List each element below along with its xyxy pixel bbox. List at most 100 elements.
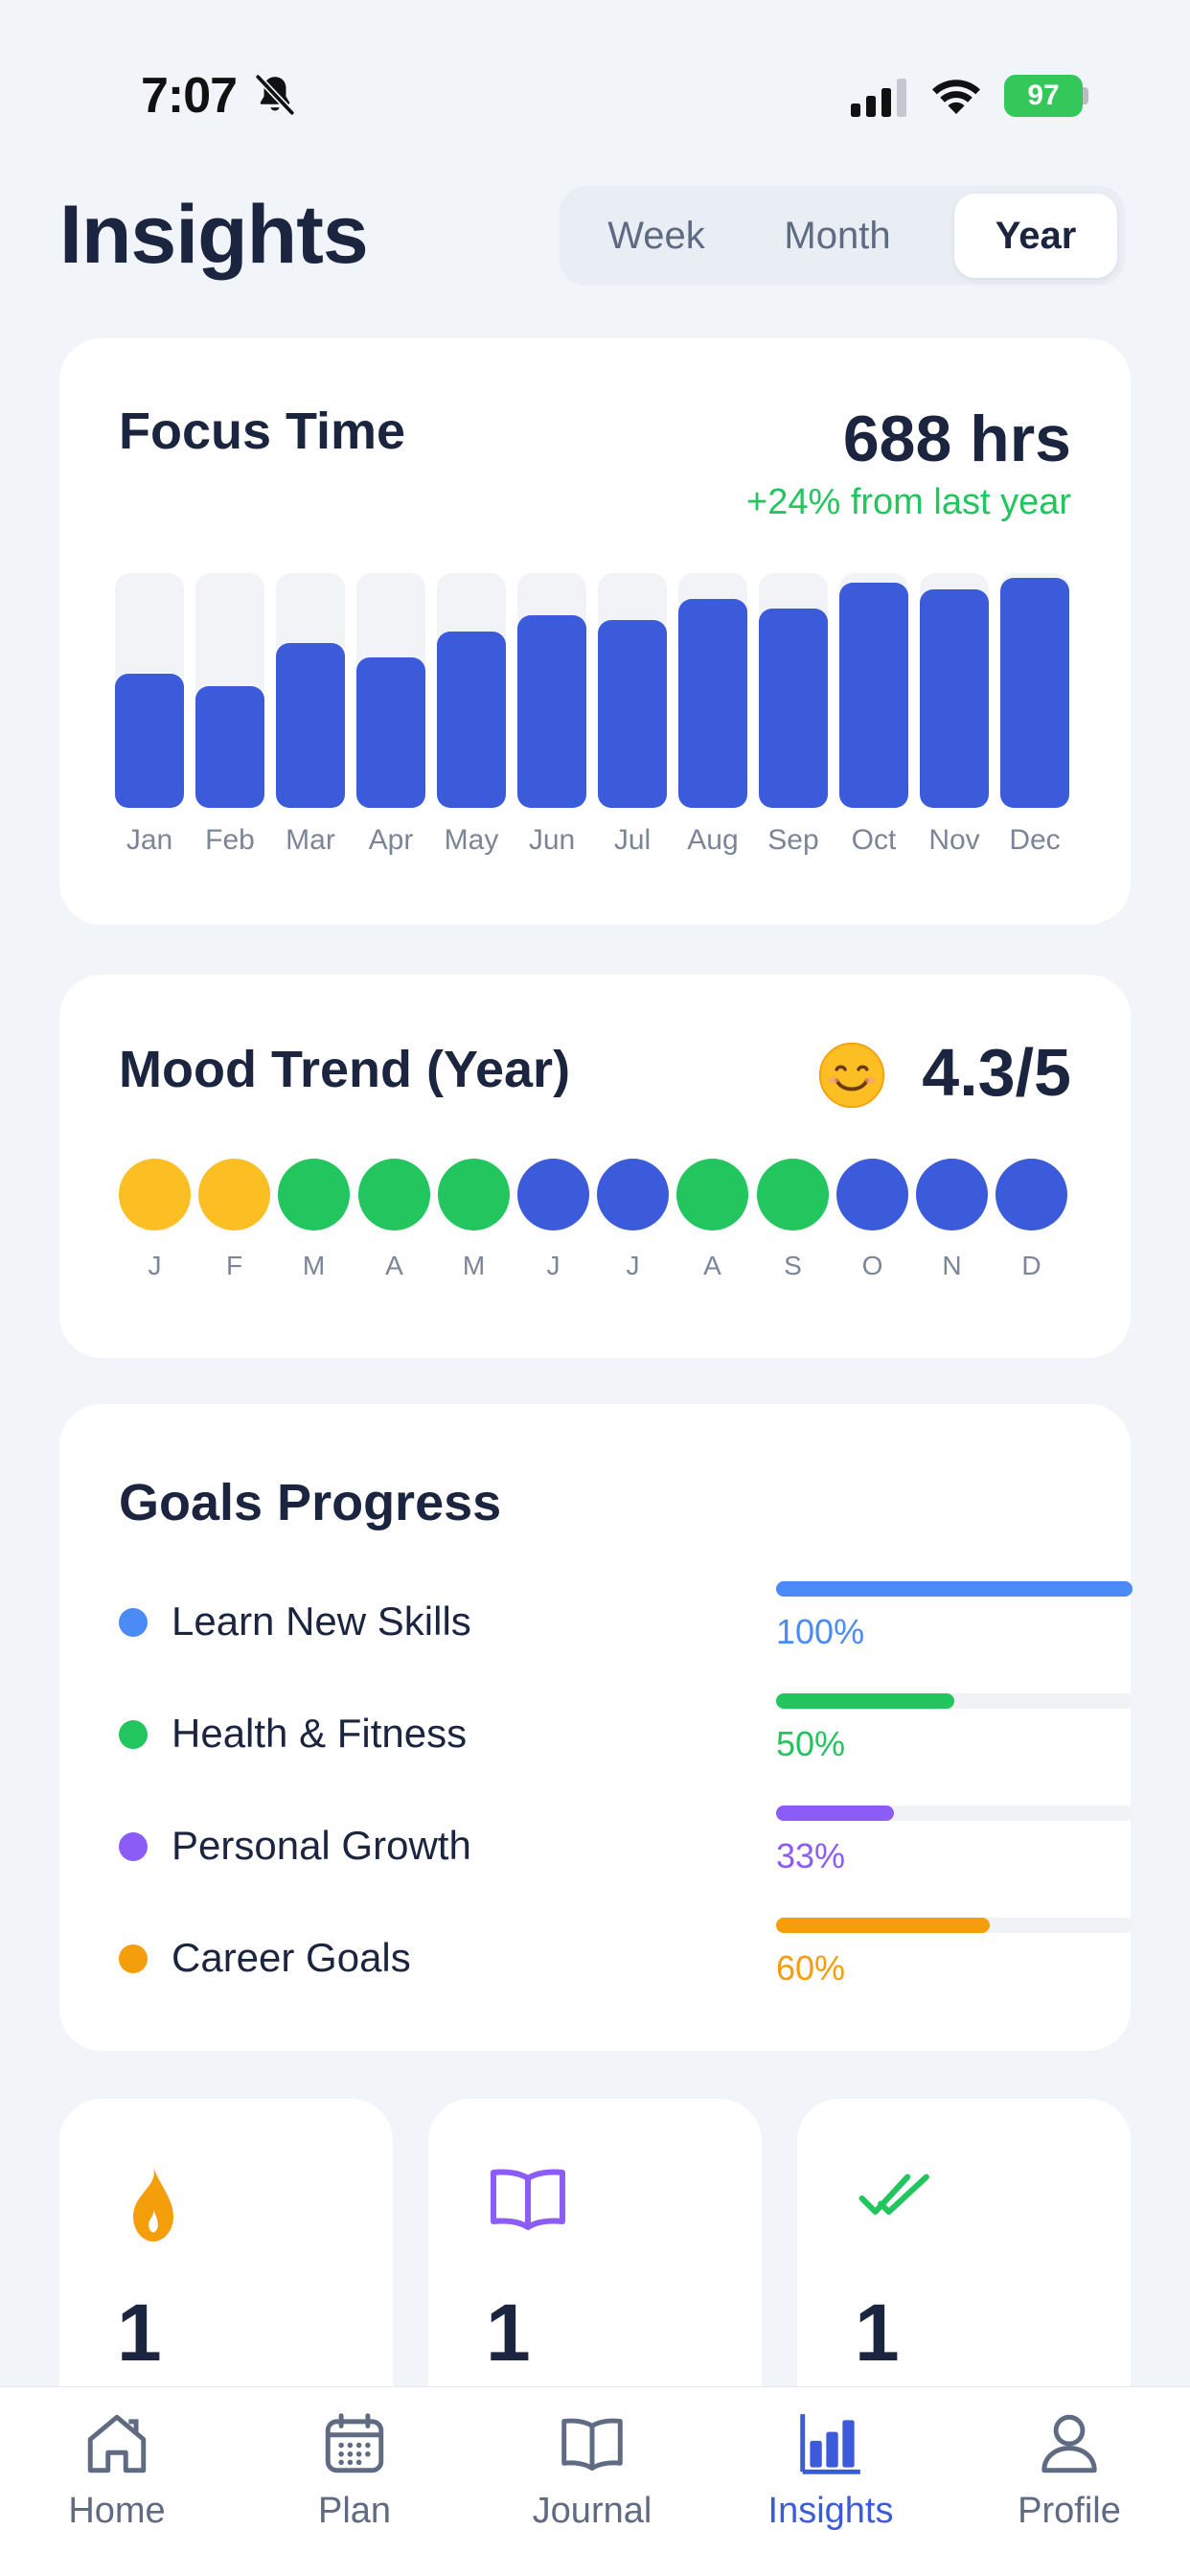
mood-month-label: M xyxy=(302,1251,326,1280)
mood-dot[interactable] xyxy=(438,1159,510,1230)
bar-label: Sep xyxy=(767,824,819,856)
focus-delta: +24% from last year xyxy=(746,482,1071,522)
book-icon xyxy=(491,2169,565,2230)
tab-plan-label: Plan xyxy=(317,2491,392,2531)
double-check-icon xyxy=(858,2174,929,2216)
bar-sep[interactable] xyxy=(759,609,828,808)
mood-month-row: JFMAMJJASOND xyxy=(119,1159,1077,1302)
bell-slash-icon xyxy=(255,74,295,116)
stat-value-tasks: 1 xyxy=(855,2288,900,2378)
tab-home[interactable]: Home xyxy=(21,2408,213,2552)
goal-progress-bar xyxy=(776,1918,1133,1933)
mood-dot[interactable] xyxy=(836,1159,908,1230)
goal-color-dot xyxy=(119,1720,148,1749)
mood-month-label: S xyxy=(784,1251,802,1280)
page-title: Insights xyxy=(59,189,369,281)
mood-dot[interactable] xyxy=(517,1159,589,1230)
focus-time-title: Focus Time xyxy=(119,402,406,460)
bar-apr[interactable] xyxy=(356,657,425,808)
bar-label: Apr xyxy=(368,824,414,856)
tab-insights-label: Insights xyxy=(767,2491,894,2531)
bar-jan[interactable] xyxy=(115,674,184,808)
bar-aug[interactable] xyxy=(678,599,747,808)
focus-time-card: Focus Time 688 hrs +24% from last year J… xyxy=(59,338,1131,925)
goal-progress-fill xyxy=(776,1806,894,1821)
goal-percent: 50% xyxy=(776,1724,846,1763)
cellular-signal-icon xyxy=(851,79,906,117)
mood-month-label: M xyxy=(462,1251,486,1280)
goal-color-dot xyxy=(119,1944,148,1973)
bar-oct[interactable] xyxy=(839,583,908,808)
goal-color-dot xyxy=(119,1832,148,1861)
goal-row[interactable]: Learn New Skills 100% xyxy=(119,1581,1133,1658)
bar-jun[interactable] xyxy=(517,615,586,808)
bar-label: Jun xyxy=(528,824,576,856)
tab-journal[interactable]: Journal xyxy=(496,2408,688,2552)
goal-percent: 33% xyxy=(776,1836,846,1875)
bar-label: Nov xyxy=(928,824,980,856)
tab-home-label: Home xyxy=(68,2491,166,2531)
mood-month-label: J xyxy=(626,1251,640,1280)
mood-month-label: J xyxy=(546,1251,561,1280)
tab-bar: Home Plan Journal Insights Profile xyxy=(0,2386,1190,2576)
mood-month-label: A xyxy=(703,1251,721,1280)
goal-percent: 60% xyxy=(776,1948,846,1988)
bar-label: Jan xyxy=(126,824,173,856)
bar-nov[interactable] xyxy=(920,589,989,808)
calendar-icon xyxy=(325,2413,384,2473)
bar-chart-icon xyxy=(800,2414,860,2474)
focus-bar-chart: Jan Feb Mar Apr May Jun Jul Aug Sep Oct Nov Dec xyxy=(115,573,1073,885)
mood-dot[interactable] xyxy=(198,1159,270,1230)
tab-plan[interactable]: Plan xyxy=(259,2408,450,2552)
goal-progress-bar xyxy=(776,1693,1133,1709)
tab-profile-label: Profile xyxy=(1018,2491,1121,2531)
goal-progress-bar xyxy=(776,1806,1133,1821)
goals-progress-card: Goals Progress Learn New Skills 100% Healt… xyxy=(59,1404,1133,2051)
goal-name: Learn New Skills xyxy=(172,1598,471,1644)
goal-progress-fill xyxy=(776,1581,1133,1597)
mood-month-label: N xyxy=(942,1251,962,1280)
bar-feb[interactable] xyxy=(195,686,264,808)
mood-month-label: A xyxy=(385,1251,403,1280)
mood-dot[interactable] xyxy=(358,1159,430,1230)
segment-month[interactable]: Month xyxy=(751,194,924,278)
goal-row[interactable]: Career Goals 60% xyxy=(119,1918,1133,1994)
bar-mar[interactable] xyxy=(276,643,345,808)
battery-cap xyxy=(1083,87,1088,104)
goal-row[interactable]: Health & Fitness 50% xyxy=(119,1693,1133,1770)
segment-week[interactable]: Week xyxy=(575,194,738,278)
mood-dot[interactable] xyxy=(278,1159,350,1230)
goals-progress-title: Goals Progress xyxy=(119,1474,502,1531)
goal-name: Career Goals xyxy=(172,1935,411,1980)
bar-jul[interactable] xyxy=(598,620,667,808)
segment-year[interactable]: Year xyxy=(954,194,1117,278)
bar-dec[interactable] xyxy=(1000,578,1069,808)
focus-total: 688 hrs xyxy=(842,402,1071,475)
smiling-face-icon xyxy=(818,1042,885,1109)
tab-insights[interactable]: Insights xyxy=(735,2408,927,2552)
stat-value-streak: 1 xyxy=(117,2288,162,2378)
mood-month-label: J xyxy=(148,1251,162,1280)
mood-score: 4.3/5 xyxy=(922,1035,1071,1110)
flame-icon xyxy=(133,2167,173,2242)
bar-may[interactable] xyxy=(437,632,506,808)
goal-percent: 100% xyxy=(776,1612,865,1651)
goal-progress-fill xyxy=(776,1918,991,1933)
mood-month-label: F xyxy=(225,1251,243,1280)
wifi-icon xyxy=(932,80,980,114)
mood-dot[interactable] xyxy=(597,1159,669,1230)
goal-progress-bar xyxy=(776,1581,1133,1597)
mood-trend-title: Mood Trend (Year) xyxy=(119,1041,571,1098)
tab-profile[interactable]: Profile xyxy=(973,2408,1165,2552)
bar-label: Dec xyxy=(1009,824,1061,856)
bar-label: Oct xyxy=(851,824,897,856)
mood-dot[interactable] xyxy=(676,1159,748,1230)
mood-dot[interactable] xyxy=(757,1159,829,1230)
mood-month-label: O xyxy=(861,1251,883,1280)
mood-dot[interactable] xyxy=(916,1159,988,1230)
goal-row[interactable]: Personal Growth 33% xyxy=(119,1806,1133,1882)
bar-label: May xyxy=(444,824,499,856)
mood-dot[interactable] xyxy=(995,1159,1067,1230)
bar-label: Feb xyxy=(205,824,255,856)
mood-dot[interactable] xyxy=(119,1159,191,1230)
